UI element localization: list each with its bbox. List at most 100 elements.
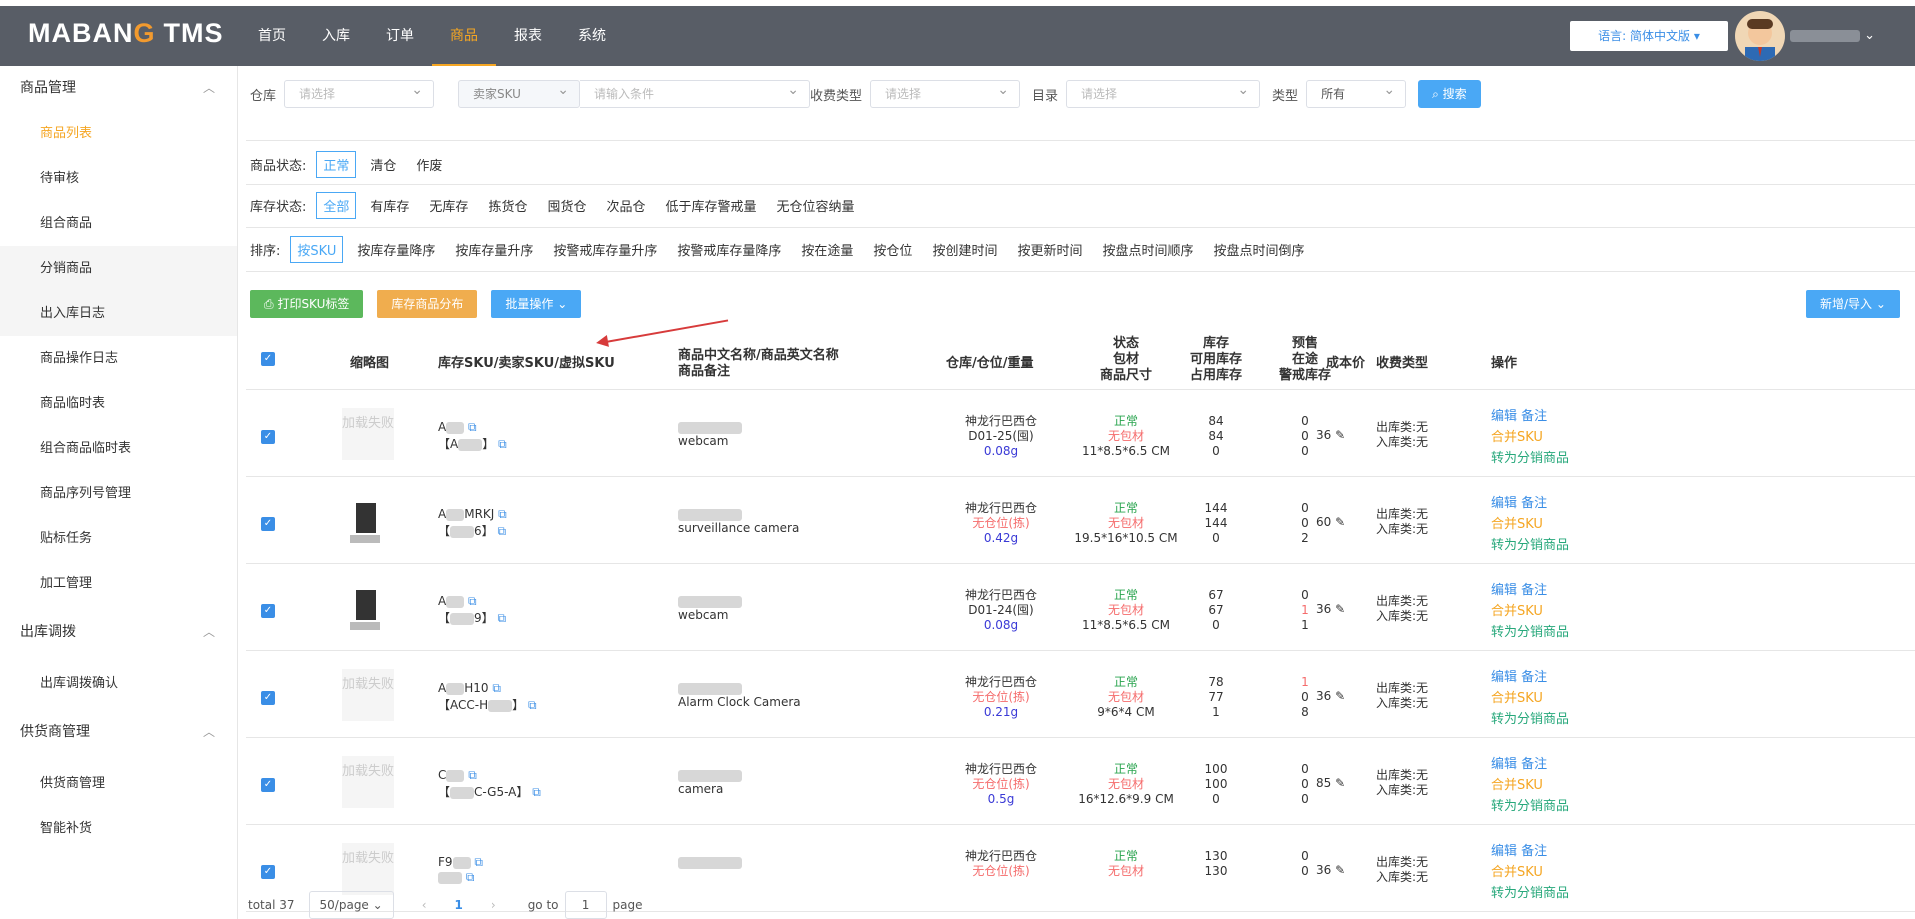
merge-sku-link[interactable]: 合并SKU bbox=[1491, 691, 1543, 706]
merge-sku-link[interactable]: 合并SKU bbox=[1491, 865, 1543, 880]
convert-distribution-link[interactable]: 转为分销商品 bbox=[1491, 712, 1569, 727]
note-link[interactable]: 备注 bbox=[1521, 844, 1547, 859]
edit-link[interactable]: 编辑 bbox=[1491, 670, 1517, 685]
sidebar-item[interactable]: 出库调拨确认 bbox=[0, 661, 237, 706]
row-checkbox[interactable]: ✓ bbox=[261, 691, 275, 705]
sort-option[interactable]: 按警戒库存量降序 bbox=[671, 237, 787, 262]
edit-icon[interactable]: ✎ bbox=[1335, 515, 1345, 529]
row-checkbox[interactable]: ✓ bbox=[261, 430, 275, 444]
row-checkbox[interactable]: ✓ bbox=[261, 778, 275, 792]
note-link[interactable]: 备注 bbox=[1521, 409, 1547, 424]
sidebar-item[interactable]: 商品序列号管理 bbox=[0, 471, 237, 516]
status-option[interactable]: 清仓 bbox=[364, 152, 402, 177]
fee-type-select[interactable]: 请选择 bbox=[870, 77, 1021, 108]
print-sku-label-button[interactable]: ⎙ 打印SKU标签 bbox=[250, 290, 364, 318]
merge-sku-link[interactable]: 合并SKU bbox=[1491, 604, 1543, 619]
catalog-select[interactable]: 请选择 bbox=[1066, 77, 1261, 108]
language-select[interactable]: 语言: 简体中文版 ▾ bbox=[1570, 21, 1728, 51]
copy-icon[interactable]: ⧉ bbox=[532, 785, 541, 799]
edit-icon[interactable]: ✎ bbox=[1335, 776, 1345, 790]
batch-operation-button[interactable]: 批量操作 ⌄ bbox=[491, 290, 582, 318]
sidebar-item[interactable]: 商品操作日志 bbox=[0, 336, 237, 381]
sidebar-item[interactable]: 加工管理 bbox=[0, 561, 237, 606]
nav-orders[interactable]: 订单 bbox=[368, 6, 432, 66]
user-menu[interactable]: ⌄ bbox=[1790, 28, 1875, 43]
nav-inbound[interactable]: 入库 bbox=[304, 6, 368, 66]
sort-option[interactable]: 按库存量降序 bbox=[351, 237, 441, 262]
row-checkbox[interactable]: ✓ bbox=[261, 517, 275, 531]
new-import-button[interactable]: 新增/导入 ⌄ bbox=[1806, 290, 1900, 318]
edit-link[interactable]: 编辑 bbox=[1491, 496, 1517, 511]
edit-icon[interactable]: ✎ bbox=[1335, 689, 1345, 703]
sort-option[interactable]: 按创建时间 bbox=[926, 237, 1003, 262]
sidebar-group-supplier[interactable]: 供货商管理 ︿ bbox=[0, 710, 237, 755]
sidebar-group-products[interactable]: 商品管理 ︿ bbox=[0, 66, 237, 111]
nav-products[interactable]: 商品 bbox=[432, 6, 496, 66]
nav-reports[interactable]: 报表 bbox=[496, 6, 560, 66]
next-page-icon[interactable]: › bbox=[491, 898, 496, 912]
sidebar-item[interactable]: 待审核 bbox=[0, 156, 237, 201]
page-size-select[interactable]: 50/page ⌄ bbox=[308, 891, 394, 919]
prev-page-icon[interactable]: ‹ bbox=[422, 898, 427, 912]
edit-link[interactable]: 编辑 bbox=[1491, 844, 1517, 859]
avatar[interactable] bbox=[1735, 11, 1785, 61]
copy-icon[interactable]: ⧉ bbox=[468, 768, 477, 782]
stock-option[interactable]: 无仓位容纳量 bbox=[771, 193, 861, 218]
stock-option[interactable]: 拣货仓 bbox=[482, 193, 533, 218]
row-checkbox[interactable]: ✓ bbox=[261, 604, 275, 618]
stock-option[interactable]: 无库存 bbox=[423, 193, 474, 218]
warehouse-select[interactable]: 请选择 bbox=[284, 77, 435, 108]
edit-link[interactable]: 编辑 bbox=[1491, 757, 1517, 772]
copy-icon[interactable]: ⧉ bbox=[498, 437, 507, 451]
copy-icon[interactable]: ⧉ bbox=[498, 507, 507, 521]
note-link[interactable]: 备注 bbox=[1521, 670, 1547, 685]
goto-page-input[interactable]: 1 bbox=[564, 891, 607, 919]
sort-option[interactable]: 按SKU bbox=[290, 236, 344, 263]
copy-icon[interactable]: ⧉ bbox=[528, 698, 537, 712]
sidebar-item[interactable]: 智能补货 bbox=[0, 806, 237, 851]
row-checkbox[interactable]: ✓ bbox=[261, 865, 275, 879]
sort-option[interactable]: 按仓位 bbox=[867, 237, 918, 262]
sidebar-item[interactable]: 商品临时表 bbox=[0, 381, 237, 426]
edit-icon[interactable]: ✎ bbox=[1335, 428, 1345, 442]
nav-home[interactable]: 首页 bbox=[240, 6, 304, 66]
convert-distribution-link[interactable]: 转为分销商品 bbox=[1491, 538, 1569, 553]
merge-sku-link[interactable]: 合并SKU bbox=[1491, 778, 1543, 793]
sidebar-item[interactable]: 组合商品 bbox=[0, 201, 237, 246]
sidebar-item[interactable]: 商品列表 bbox=[0, 111, 237, 156]
copy-icon[interactable]: ⧉ bbox=[497, 611, 506, 625]
status-option[interactable]: 正常 bbox=[316, 151, 357, 178]
copy-icon[interactable]: ⧉ bbox=[466, 870, 475, 884]
search-button[interactable]: ⌕ 搜索 bbox=[1418, 80, 1481, 108]
sort-option[interactable]: 按更新时间 bbox=[1011, 237, 1088, 262]
edit-icon[interactable]: ✎ bbox=[1335, 602, 1345, 616]
sidebar-item[interactable]: 贴标任务 bbox=[0, 516, 237, 561]
select-all-checkbox[interactable]: ✓ bbox=[261, 352, 275, 366]
stock-distribution-button[interactable]: 库存商品分布 bbox=[377, 290, 478, 318]
convert-distribution-link[interactable]: 转为分销商品 bbox=[1491, 625, 1569, 640]
sort-option[interactable]: 按警戒库存量升序 bbox=[547, 237, 663, 262]
sidebar-item[interactable]: 供货商管理 bbox=[0, 761, 237, 806]
sidebar-item[interactable]: 出入库日志 bbox=[0, 291, 237, 336]
copy-icon[interactable]: ⧉ bbox=[492, 681, 501, 695]
copy-icon[interactable]: ⧉ bbox=[497, 524, 506, 538]
copy-icon[interactable]: ⧉ bbox=[468, 420, 477, 434]
copy-icon[interactable]: ⧉ bbox=[474, 855, 483, 869]
condition-input[interactable]: 请输入条件 bbox=[580, 77, 811, 108]
sort-option[interactable]: 按库存量升序 bbox=[449, 237, 539, 262]
type-select[interactable]: 所有 bbox=[1306, 77, 1407, 108]
sidebar-item[interactable]: 组合商品临时表 bbox=[0, 426, 237, 471]
sidebar-item[interactable]: 分销商品 bbox=[0, 246, 237, 291]
nav-system[interactable]: 系统 bbox=[560, 6, 624, 66]
edit-link[interactable]: 编辑 bbox=[1491, 409, 1517, 424]
status-option[interactable]: 作废 bbox=[410, 152, 448, 177]
note-link[interactable]: 备注 bbox=[1521, 496, 1547, 511]
convert-distribution-link[interactable]: 转为分销商品 bbox=[1491, 799, 1569, 814]
sku-type-select[interactable]: 卖家SKU bbox=[458, 77, 581, 108]
stock-option[interactable]: 全部 bbox=[316, 192, 357, 219]
merge-sku-link[interactable]: 合并SKU bbox=[1491, 430, 1543, 445]
page-current[interactable]: 1 bbox=[455, 898, 463, 912]
stock-option[interactable]: 有库存 bbox=[364, 193, 415, 218]
edit-icon[interactable]: ✎ bbox=[1335, 863, 1345, 877]
merge-sku-link[interactable]: 合并SKU bbox=[1491, 517, 1543, 532]
